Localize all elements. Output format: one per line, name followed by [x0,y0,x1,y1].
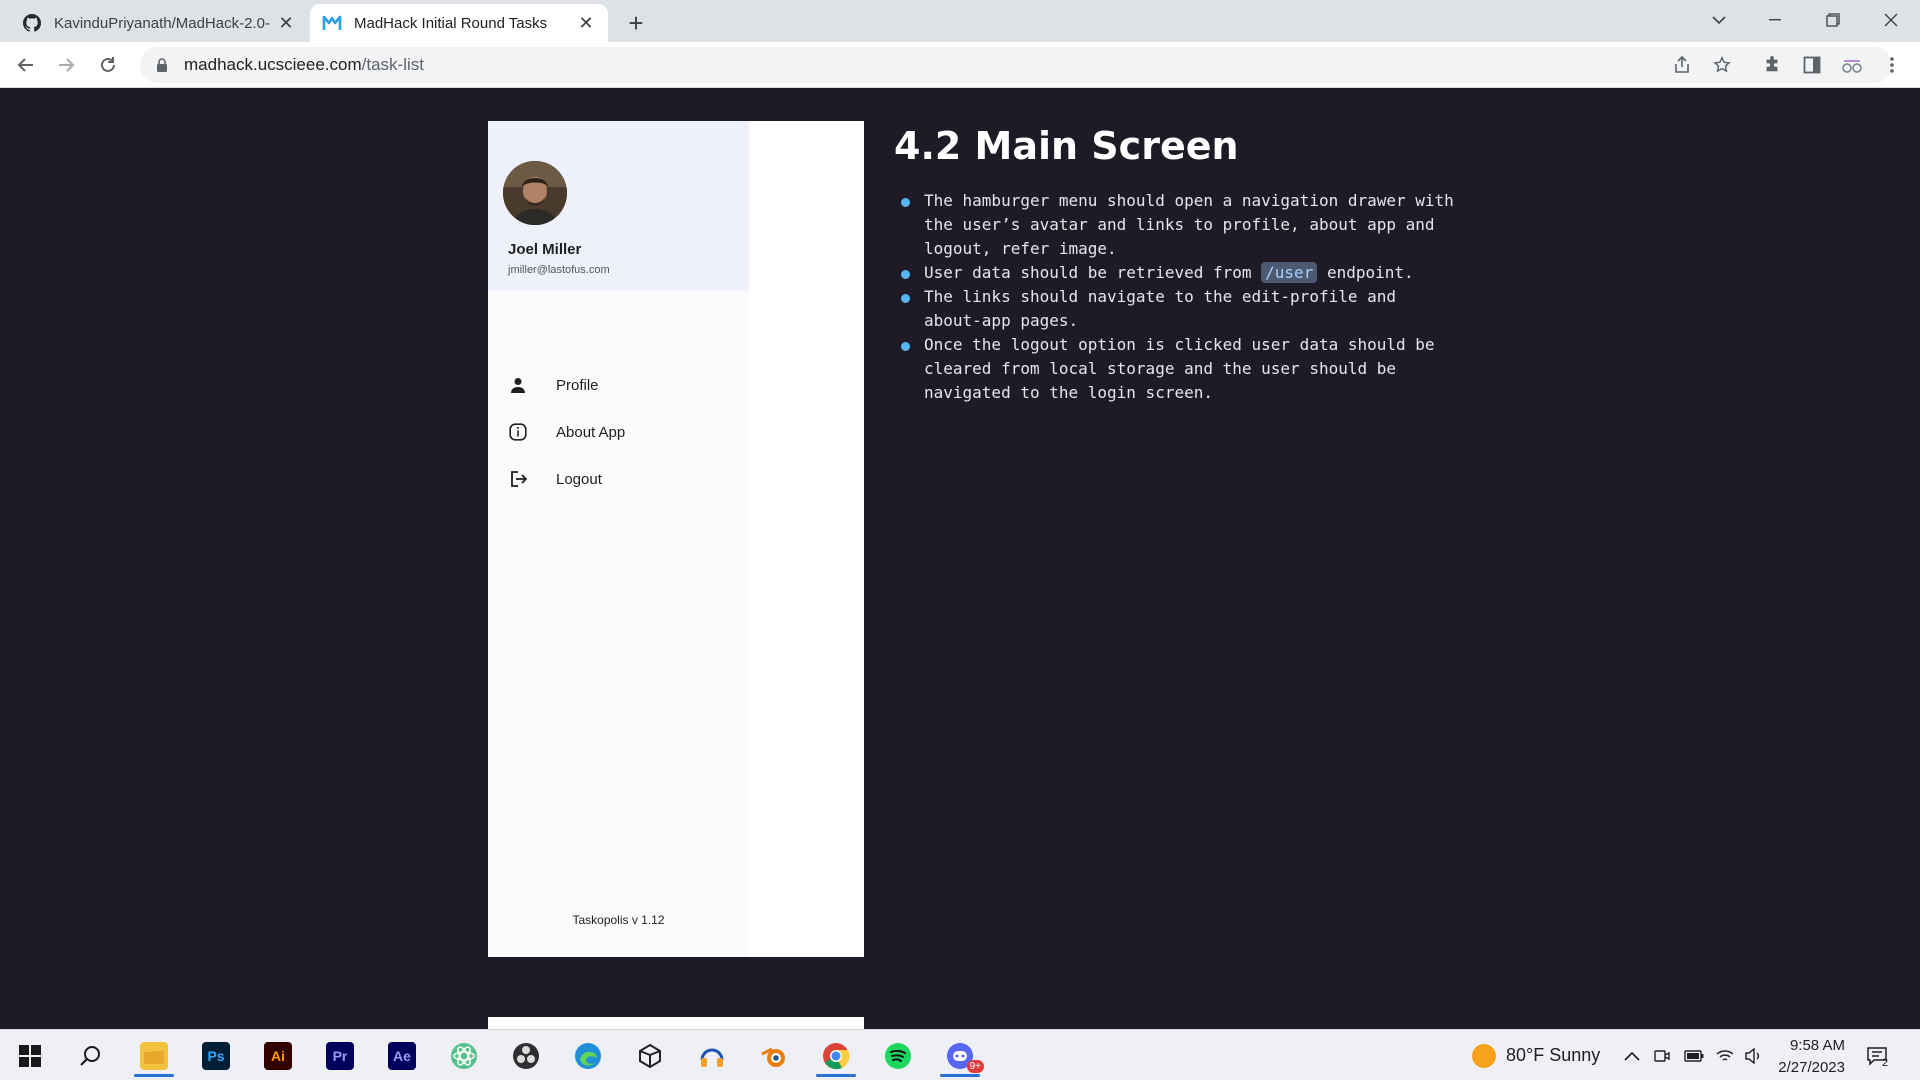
tab-github[interactable]: KavinduPriyanath/MadHack-2.0- ✕ [10,4,308,42]
extensions-puzzle-icon[interactable] [1756,49,1788,81]
close-window-button[interactable] [1864,0,1918,40]
illustrator-icon[interactable]: Ai [252,1035,304,1077]
restore-button[interactable] [1806,0,1860,40]
info-icon [508,422,528,442]
task-section: 4.2 Main Screen The hamburger menu shoul… [894,124,1454,405]
notification-count: 2 [1882,1056,1889,1069]
tab-title: MadHack Initial Round Tasks [354,14,548,32]
notification-center-icon[interactable]: 2 [1866,1030,1888,1080]
app-screenshot: Joel Miller jmiller@lastofus.com Profile… [488,121,864,957]
obs-icon[interactable] [500,1035,552,1077]
edge-icon[interactable] [562,1035,614,1077]
inline-code: /user [1261,261,1318,283]
person-icon [508,375,528,395]
requirements-list: The hamburger menu should open a navigat… [894,189,1454,405]
chevron-up-icon[interactable] [1624,1030,1640,1080]
bullet-text: The links should navigate to the edit-pr… [924,286,1397,330]
audacity-icon[interactable] [686,1035,738,1077]
avatar [503,161,567,225]
new-tab-button[interactable]: + [620,8,652,40]
tab-madhack[interactable]: MadHack Initial Round Tasks ✕ [310,4,608,42]
drawer-item-label: Logout [556,470,602,488]
close-icon[interactable]: ✕ [576,13,596,33]
meet-now-icon[interactable] [1654,1030,1670,1080]
photoshop-icon[interactable]: Ps [190,1035,242,1077]
forward-button[interactable] [50,49,82,81]
bookmark-star-icon[interactable] [1706,49,1738,81]
url-host: madhack.ucscieee.com [184,55,362,74]
url-path: /task-list [361,55,424,74]
app-version: Taskopolis v 1.12 [572,913,665,927]
drawer-item-profile[interactable]: Profile [508,371,738,399]
list-item: User data should be retrieved from /user… [894,261,1454,285]
clock-time: 9:58 AM [1789,1037,1845,1054]
page-content: Joel Miller jmiller@lastofus.com Profile… [0,89,1920,1029]
clock-date: 2/27/2023 [1778,1059,1845,1076]
search-icon[interactable] [64,1035,116,1077]
windows-start-icon[interactable] [4,1035,56,1077]
after-effects-icon[interactable]: Ae [376,1035,428,1077]
weather-widget[interactable]: 80°F Sunny [1472,1030,1600,1080]
browser-tab-strip: KavinduPriyanath/MadHack-2.0- ✕ MadHack … [0,0,1920,42]
battery-icon[interactable] [1684,1030,1704,1080]
bullet-text: endpoint. [1317,262,1414,282]
madhack-logo-icon [322,13,342,33]
sun-icon [1472,1043,1496,1068]
bullet-text: Once the logout option is clicked user d… [924,334,1435,402]
navigation-drawer: Joel Miller jmiller@lastofus.com Profile… [488,121,749,957]
back-button[interactable] [10,49,42,81]
profile-avatar-icon[interactable] [1836,49,1868,81]
section-heading: 4.2 Main Screen [894,124,1239,168]
unity-icon[interactable] [624,1035,676,1077]
blender-icon[interactable] [748,1035,800,1077]
user-email: jmiller@lastofus.com [508,264,610,276]
list-item: Once the logout option is clicked user d… [894,333,1454,405]
premiere-pro-icon[interactable]: Pr [314,1035,366,1077]
logout-icon [508,469,528,489]
side-panel-icon[interactable] [1796,49,1828,81]
notification-badge: 9+ [966,1060,984,1073]
list-item: The hamburger menu should open a navigat… [894,189,1454,261]
chrome-menu-icon[interactable] [1876,49,1908,81]
file-explorer-icon[interactable] [128,1035,180,1077]
chrome-icon[interactable] [810,1035,862,1077]
weather-text: 80°F Sunny [1506,1045,1601,1065]
reload-button[interactable] [92,49,124,81]
drawer-item-label: Profile [556,376,599,394]
bullet-text: The hamburger menu should open a navigat… [924,190,1454,258]
drawer-item-about-app[interactable]: About App [508,418,738,446]
next-app-screenshot [488,1017,864,1029]
tab-title: KavinduPriyanath/MadHack-2.0- [54,14,270,32]
github-icon [22,13,42,33]
drawer-item-logout[interactable]: Logout [508,465,738,493]
drawer-item-label: About App [556,423,626,441]
wifi-icon[interactable] [1716,1030,1734,1080]
discord-icon[interactable]: 9+ [934,1035,986,1077]
address-bar[interactable]: madhack.ucscieee.com/task-list [140,47,1892,83]
bullet-text: User data should be retrieved from [924,262,1262,282]
spotify-icon[interactable] [872,1035,924,1077]
minimize-button[interactable] [1748,0,1802,40]
browser-toolbar: madhack.ucscieee.com/task-list [0,42,1920,88]
user-name: Joel Miller [508,241,582,258]
share-icon[interactable] [1666,49,1698,81]
atom-icon[interactable] [438,1035,490,1077]
tab-search-chevron-icon[interactable] [1692,0,1746,40]
lock-icon [154,57,170,73]
close-icon[interactable]: ✕ [276,13,296,33]
system-clock[interactable]: 9:58 AM 2/27/2023 [1755,1035,1845,1079]
list-item: The links should navigate to the edit-pr… [894,285,1454,333]
windows-taskbar: Ps Ai Pr Ae 9+ 80°F Sunny 9:58 AM 2/27/2… [0,1029,1920,1080]
drawer-header: Joel Miller jmiller@lastofus.com [488,121,749,291]
